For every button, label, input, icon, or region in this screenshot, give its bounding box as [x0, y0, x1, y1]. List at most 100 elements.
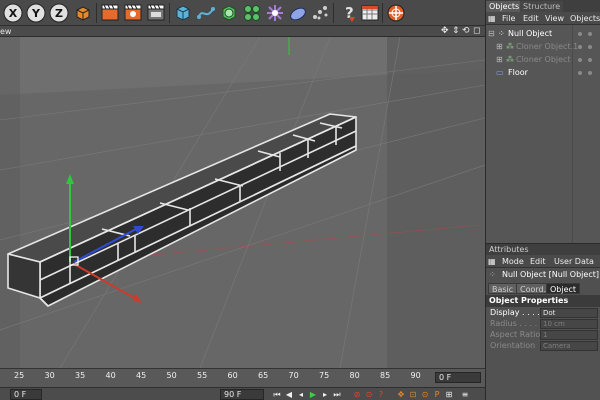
radius-field[interactable]: 10 cm	[540, 319, 598, 329]
go-to-start-icon[interactable]: ⏮	[272, 389, 282, 400]
render-picture-viewer-icon[interactable]	[122, 2, 144, 24]
layout-grid-icon[interactable]	[359, 2, 381, 24]
svg-text:Y: Y	[31, 7, 41, 20]
go-to-end-icon[interactable]: ⏭	[332, 389, 342, 400]
object-properties-heading: Object Properties	[486, 295, 600, 307]
render-settings-icon[interactable]	[145, 2, 167, 24]
object-manager-menu-icon[interactable]: ▦	[488, 13, 496, 24]
property-display[interactable]: Display . . . . Dot	[486, 307, 600, 318]
object-row-cloner-1[interactable]: ⊞ ⁂ Cloner Object.1	[486, 41, 600, 53]
visibility-dot[interactable]	[578, 32, 582, 36]
menu-user-data[interactable]: User Data	[554, 256, 594, 267]
floor-icon: ▭	[496, 68, 504, 77]
menu-view[interactable]: View	[545, 13, 564, 24]
autokey-icon[interactable]: ⊙	[364, 389, 374, 400]
timeline-tick-label: 35	[75, 371, 86, 380]
zoom-view-icon[interactable]: ⇕	[452, 26, 460, 37]
timeline-menu-icon[interactable]: ≡	[460, 389, 470, 400]
coordinate-system-icon[interactable]	[72, 2, 94, 24]
timeline-ruler[interactable]: 25 30 35 40 45 50 55 60 65 70 75 80 85 90 0 F	[0, 368, 485, 387]
position-key-icon[interactable]: ✥	[396, 389, 406, 400]
mograph-cloner-icon[interactable]	[241, 2, 263, 24]
bodypaint-icon[interactable]	[385, 2, 407, 24]
display-select[interactable]: Dot	[540, 308, 598, 318]
spline-pen-icon[interactable]	[195, 2, 217, 24]
render-view-icon[interactable]	[99, 2, 121, 24]
cloner-icon: ⁂	[506, 42, 514, 51]
property-label: Display . . . .	[490, 308, 540, 317]
render-dot[interactable]	[588, 71, 592, 75]
cube-primitive-icon[interactable]	[172, 2, 194, 24]
property-radius[interactable]: Radius . . . . . 10 cm	[486, 318, 600, 329]
object-label: Cloner Object.1	[516, 42, 579, 51]
start-frame-field[interactable]: 0 F	[10, 389, 42, 400]
parameter-key-icon[interactable]: P	[432, 389, 442, 400]
point-level-icon[interactable]: ⊞	[444, 389, 454, 400]
object-row-cloner[interactable]: ⊞ ⁂ Cloner Object	[486, 54, 600, 66]
collapse-icon[interactable]: ⊟	[488, 28, 495, 40]
menu-edit[interactable]: Edit	[523, 13, 539, 24]
attributes-header: Attributes	[486, 243, 600, 255]
previous-frame-icon[interactable]: ◂	[296, 389, 306, 400]
property-orientation[interactable]: Orientation Camera	[486, 340, 600, 351]
x-axis-lock-button[interactable]: X	[2, 2, 24, 24]
orientation-select[interactable]: Camera	[540, 341, 598, 351]
3d-viewport[interactable]	[0, 37, 485, 368]
object-manager-menu: ▦ File Edit View Objects	[486, 12, 600, 25]
right-panel: Objects Structure ▦ File Edit View Objec…	[485, 0, 600, 400]
attributes-menu: ▦ Mode Edit User Data	[486, 255, 600, 268]
toolbar-separator	[96, 3, 97, 23]
object-row-null[interactable]: ⊟ ⁘ Null Object	[486, 28, 600, 40]
menu-mode[interactable]: Mode	[502, 256, 524, 267]
previous-key-icon[interactable]: ◀	[284, 389, 294, 400]
svg-text:Z: Z	[55, 7, 63, 20]
tab-basic[interactable]: Basic	[488, 283, 518, 294]
move-view-icon[interactable]: ✥	[441, 26, 449, 37]
property-list: Display . . . . Dot Radius . . . . . 10 …	[486, 307, 600, 351]
object-manager-tabs: Objects Structure	[486, 0, 600, 12]
object-row-floor[interactable]: ▭ Floor	[486, 67, 600, 79]
current-frame-field[interactable]: 0 F	[435, 372, 481, 383]
visibility-dot[interactable]	[578, 45, 582, 49]
tab-objects[interactable]: Objects	[486, 1, 523, 12]
rotate-view-icon[interactable]: ⟲	[462, 26, 470, 37]
environment-floor-icon[interactable]	[287, 2, 309, 24]
expand-icon[interactable]: ⊞	[496, 41, 503, 53]
deformer-bend-icon[interactable]	[264, 2, 286, 24]
expand-icon[interactable]: ⊞	[496, 54, 503, 66]
timeline-tick-label: 70	[288, 371, 299, 380]
record-icon[interactable]: ⊘	[352, 389, 362, 400]
scale-key-icon[interactable]: ⊡	[408, 389, 418, 400]
property-aspect-ratio[interactable]: Aspect Ratio 1	[486, 329, 600, 340]
menu-file[interactable]: File	[502, 13, 515, 24]
render-dot[interactable]	[588, 32, 592, 36]
play-icon[interactable]: ▶	[308, 389, 318, 400]
tab-structure[interactable]: Structure	[520, 1, 564, 12]
timeline-tick-label: 85	[380, 371, 391, 380]
key-selection-icon[interactable]: ?	[376, 389, 386, 400]
y-axis-lock-button[interactable]: Y	[25, 2, 47, 24]
maximize-view-icon[interactable]: ◻	[473, 26, 480, 37]
menu-edit[interactable]: Edit	[530, 256, 546, 267]
timeline-tick-label: 55	[197, 371, 208, 380]
attributes-menu-icon[interactable]: ▦	[488, 256, 496, 267]
particles-emitter-icon[interactable]	[310, 2, 332, 24]
attributes-title-text: Null Object [Null Object]	[502, 270, 599, 279]
next-frame-icon[interactable]: ▸	[320, 389, 330, 400]
aspect-ratio-field[interactable]: 1	[540, 330, 598, 340]
visibility-dot[interactable]	[578, 58, 582, 62]
tab-object[interactable]: Object	[546, 283, 581, 294]
rotation-key-icon[interactable]: ⊙	[420, 389, 430, 400]
end-frame-field[interactable]: 90 F	[220, 389, 264, 400]
help-question-icon[interactable]: ?	[336, 2, 358, 24]
safe-frame-overlay	[387, 37, 485, 368]
render-dot[interactable]	[588, 58, 592, 62]
subdivision-surface-icon[interactable]	[218, 2, 240, 24]
object-label: Cloner Object	[516, 55, 571, 64]
render-dot[interactable]	[588, 45, 592, 49]
visibility-dot[interactable]	[578, 71, 582, 75]
z-axis-lock-button[interactable]: Z	[48, 2, 70, 24]
viewport-view-menu[interactable]: ew	[0, 26, 11, 37]
property-label: Orientation	[490, 341, 536, 350]
menu-objects[interactable]: Objects	[570, 13, 600, 24]
